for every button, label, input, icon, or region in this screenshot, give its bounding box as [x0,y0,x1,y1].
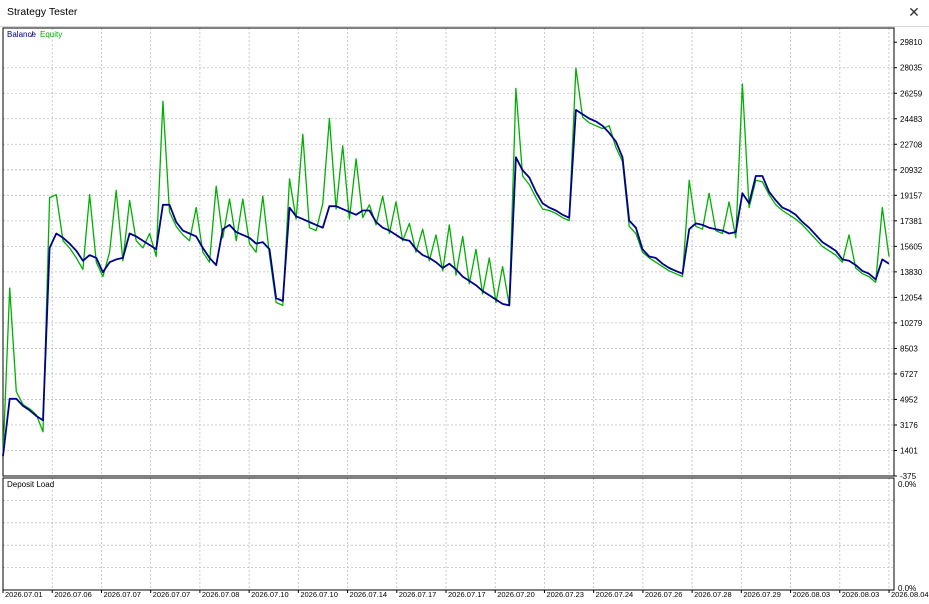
y-tick-label: 26259 [900,89,923,98]
x-tick-label: 2026.07.23 [546,590,584,599]
strategy-tester-chart: 29810 28035 26259 24483 22708 20932 19157 17381… [0,26,929,600]
window-titlebar: Strategy Tester ✕ [0,0,929,27]
x-tick-label: 2026.07.06 [54,590,92,599]
x-tick-label: 2026.07.07 [153,590,191,599]
deposit-load-top-label: 0.0% [898,480,916,489]
x-tick-label: 2026.07.01 [5,590,43,599]
x-tick-label: 2026.07.24 [596,590,634,599]
close-icon[interactable]: ✕ [905,4,923,22]
y-tick-label: 8503 [900,344,918,353]
y-tick-label: 20932 [900,166,923,175]
x-tick-label: 2026.07.10 [300,590,338,599]
y-tick-label: 10279 [900,319,923,328]
x-tick-label: 2026.08.03 [793,590,831,599]
y-tick-label: 28035 [900,64,923,73]
y-tick-label: 29810 [900,38,923,47]
y-tick-label: 12054 [900,293,923,302]
x-tick-label: 2026.08.04 [891,590,929,599]
y-tick-label: 17381 [900,217,923,226]
y-tick-label: 1401 [900,446,918,455]
chart-canvas: 29810 28035 26259 24483 22708 20932 19157 17381… [2,27,929,599]
y-tick-label: 13830 [900,268,923,277]
y-tick-label: 3176 [900,421,918,430]
deposit-load-frame [2,477,895,591]
x-tick-label: 2026.07.28 [694,590,732,599]
x-tick-label: 2026.08.03 [842,590,880,599]
x-tick-label: 2026.07.10 [251,590,289,599]
y-tick-label: 24483 [900,115,923,124]
y-tick-label: 4952 [900,395,918,404]
x-tick-label: 2026.07.20 [497,590,535,599]
x-tick-label: 2026.07.29 [743,590,781,599]
y-tick-label: 22708 [900,140,923,149]
y-tick-label: 15605 [900,242,923,251]
x-tick-label: 2026.07.14 [350,590,388,599]
deposit-load-title: Deposit Load [7,480,54,489]
x-tick-label: 2026.07.17 [399,590,437,599]
x-tick-label: 2026.07.17 [448,590,486,599]
window-title: Strategy Tester [7,6,78,18]
main-chart-frame [2,27,895,477]
y-tick-label: 19157 [900,191,923,200]
x-tick-label: 2026.07.08 [202,590,240,599]
y-tick-label: 6727 [900,370,918,379]
x-tick-label: 2026.07.26 [645,590,683,599]
x-tick-label: 2026.07.07 [103,590,141,599]
legend-equity: Equity [40,30,62,39]
